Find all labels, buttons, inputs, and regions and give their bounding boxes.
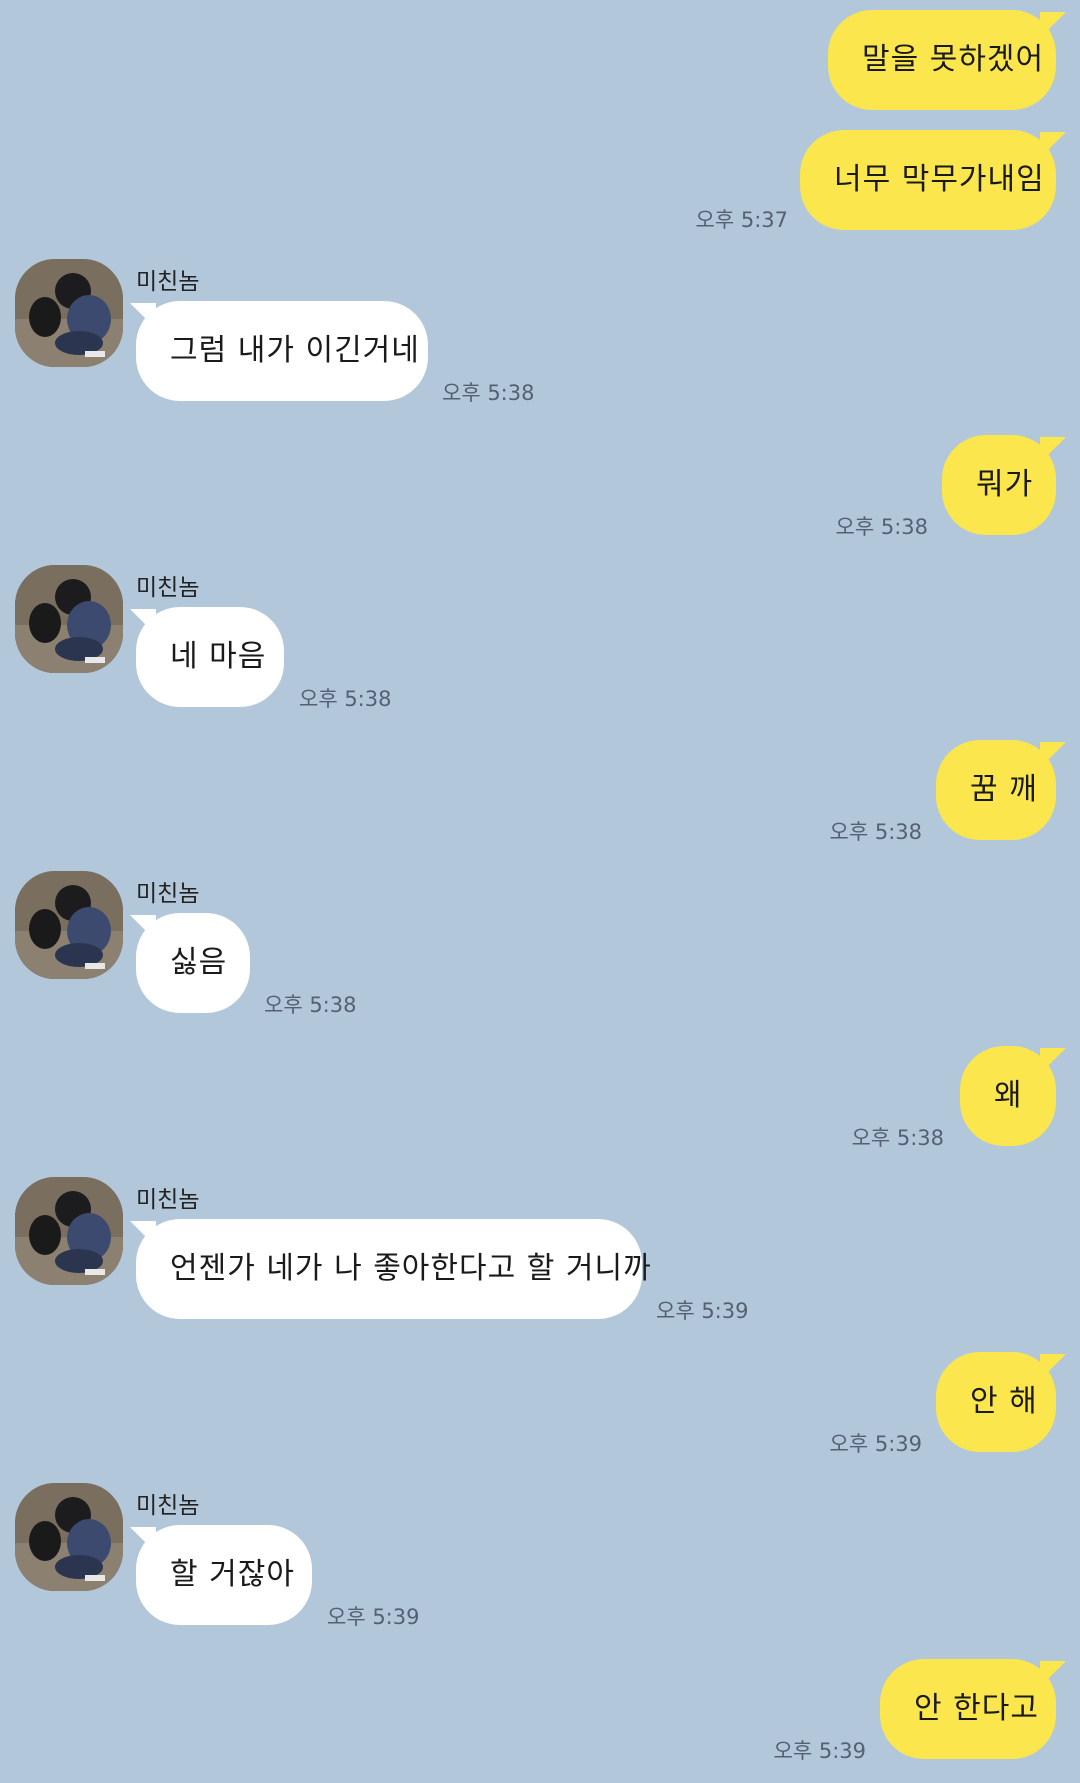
message-time: 오후 5:38 [829, 820, 922, 844]
message-time: 오후 5:38 [442, 381, 535, 405]
avatar-photo-icon [15, 1483, 123, 1591]
sender-name: 미친놈 [136, 1493, 200, 1519]
bubble-tail [130, 1527, 156, 1553]
received-message-bubble[interactable]: 할 거잖아 [136, 1525, 312, 1625]
received-message-bubble[interactable]: 언젠가 네가 나 좋아한다고 할 거니까 [136, 1219, 651, 1319]
contact-avatar[interactable] [15, 1177, 123, 1285]
message-time: 오후 5:38 [835, 515, 928, 539]
message-time: 오후 5:38 [851, 1126, 944, 1150]
chat-area: 말을 못하겠어 너무 막무가내임 오후 5:37 미친놈 그럼 내가 이긴거네 … [0, 0, 1080, 1783]
sent-message-bubble[interactable]: 안 해 [936, 1352, 1056, 1452]
avatar-photo-icon [15, 565, 123, 673]
received-message-bubble[interactable]: 그럼 내가 이긴거네 [136, 301, 428, 401]
sender-name: 미친놈 [136, 881, 200, 907]
bubble-tail [130, 609, 156, 635]
sender-name: 미친놈 [136, 1187, 200, 1213]
contact-avatar[interactable] [15, 565, 123, 673]
contact-avatar[interactable] [15, 259, 123, 367]
contact-avatar[interactable] [15, 871, 123, 979]
message-time: 오후 5:39 [327, 1605, 420, 1629]
sender-name: 미친놈 [136, 269, 200, 295]
message-time: 오후 5:39 [656, 1299, 749, 1323]
bubble-tail [1040, 1048, 1066, 1074]
bubble-tail [130, 1221, 156, 1247]
sender-name: 미친놈 [136, 575, 200, 601]
avatar-photo-icon [15, 1177, 123, 1285]
message-time: 오후 5:39 [773, 1739, 866, 1763]
bubble-tail [1040, 132, 1066, 158]
sent-message-bubble[interactable]: 안 한다고 [880, 1659, 1056, 1759]
message-time: 오후 5:38 [264, 993, 357, 1017]
bubble-tail [1040, 437, 1066, 463]
bubble-tail [130, 915, 156, 941]
bubble-tail [130, 303, 156, 329]
bubble-tail [1040, 1661, 1066, 1687]
sent-message-bubble[interactable]: 말을 못하겠어 [828, 10, 1056, 110]
avatar-photo-icon [15, 871, 123, 979]
received-message-bubble[interactable]: 네 마음 [136, 607, 284, 707]
sent-message-bubble[interactable]: 너무 막무가내임 [800, 130, 1056, 230]
sent-message-bubble[interactable]: 꿈 깨 [936, 740, 1056, 840]
contact-avatar[interactable] [15, 1483, 123, 1591]
sent-message-bubble[interactable]: 뭐가 [942, 435, 1056, 535]
message-time: 오후 5:37 [695, 208, 788, 232]
message-time: 오후 5:39 [829, 1432, 922, 1456]
bubble-tail [1040, 12, 1066, 38]
bubble-tail [1040, 1354, 1066, 1380]
avatar-photo-icon [15, 259, 123, 367]
message-time: 오후 5:38 [299, 687, 392, 711]
bubble-tail [1040, 742, 1066, 768]
